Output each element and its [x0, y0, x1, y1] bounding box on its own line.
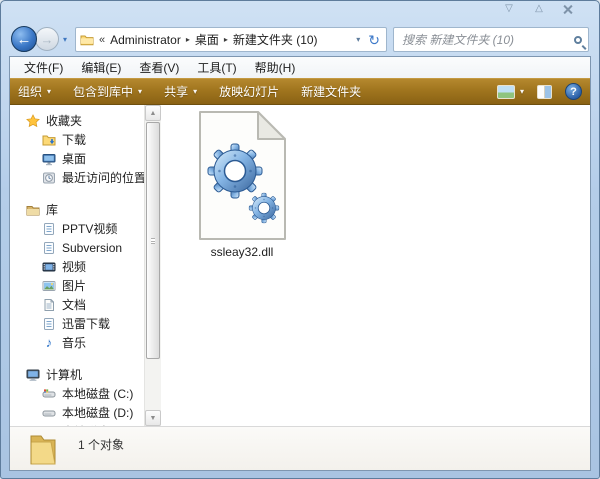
forward-arrow-icon: →	[41, 32, 54, 47]
sidebar-item-subversion[interactable]: Subversion	[10, 238, 144, 257]
sidebar-item-thunder-downloads[interactable]: 迅雷下载	[10, 314, 144, 333]
sidebar-item-music[interactable]: ♪ 音乐	[10, 333, 144, 352]
views-icon	[497, 85, 515, 99]
library-page-icon	[42, 317, 56, 331]
pictures-icon	[42, 279, 56, 293]
search-input[interactable]	[400, 32, 570, 48]
sidebar-item-recent-places[interactable]: 最近访问的位置	[10, 168, 144, 187]
menu-bar: 文件(F) 编辑(E) 查看(V) 工具(T) 帮助(H)	[10, 57, 590, 78]
menu-view[interactable]: 查看(V)	[131, 57, 187, 78]
sidebar-item-documents[interactable]: 文档	[10, 295, 144, 314]
body-area: 收藏夹 下载 桌面 最	[10, 105, 590, 426]
search-icon[interactable]	[574, 36, 582, 44]
disk-icon	[42, 406, 56, 420]
downloads-folder-icon	[42, 133, 56, 147]
menu-help[interactable]: 帮助(H)	[247, 57, 304, 78]
item-count-label: 1 个对象	[78, 436, 124, 453]
sidebar-item-desktop[interactable]: 桌面	[10, 149, 144, 168]
preview-pane-button[interactable]	[537, 85, 552, 99]
scrollbar-grip	[151, 238, 155, 244]
client-area: 文件(F) 编辑(E) 查看(V) 工具(T) 帮助(H) 组织 ▾ 包含到库中…	[9, 56, 591, 471]
dll-gears-icon	[192, 109, 292, 242]
breadcrumb-separator-icon[interactable]: ▸	[224, 35, 228, 44]
breadcrumb-item-current-folder[interactable]: 新建文件夹 (10)	[233, 31, 318, 48]
new-folder-button[interactable]: 新建文件夹	[301, 83, 361, 100]
menu-edit[interactable]: 编辑(E)	[73, 57, 129, 78]
sidebar-item-disk-c[interactable]: 本地磁盘 (C:)	[10, 384, 144, 403]
minimize-icon[interactable]: ▽	[502, 3, 516, 15]
navigation-row: ← → ▾ « Administrator ▸ 桌面 ▸ 新建文件夹 (10) …	[9, 23, 591, 56]
share-button[interactable]: 共享 ▾	[164, 83, 197, 100]
videos-film-icon	[42, 260, 56, 274]
chevron-down-icon: ▾	[138, 87, 142, 96]
sidebar-item-videos[interactable]: 视频	[10, 257, 144, 276]
desktop-icon	[42, 152, 56, 166]
chevron-down-icon: ▾	[47, 87, 51, 96]
status-bar: 1 个对象	[10, 426, 590, 470]
organize-button[interactable]: 组织 ▾	[18, 83, 51, 100]
folder-icon	[80, 33, 94, 47]
sidebar-group-libraries[interactable]: 库	[10, 200, 144, 219]
history-dropdown-icon[interactable]: ▾	[63, 35, 67, 44]
status-folder-icon	[27, 432, 59, 469]
address-bar[interactable]: « Administrator ▸ 桌面 ▸ 新建文件夹 (10) ▾ ↻	[75, 27, 387, 52]
star-icon	[26, 114, 40, 128]
back-arrow-icon: ←	[17, 31, 32, 48]
recent-places-icon	[42, 171, 56, 185]
slideshow-button[interactable]: 放映幻灯片	[219, 83, 279, 100]
breadcrumb-item-administrator[interactable]: Administrator	[110, 33, 181, 47]
chevron-down-icon: ▾	[193, 87, 197, 96]
navigation-pane: 收藏夹 下载 桌面 最	[10, 105, 144, 426]
include-in-library-button[interactable]: 包含到库中 ▾	[73, 83, 142, 100]
command-toolbar: 组织 ▾ 包含到库中 ▾ 共享 ▾ 放映幻灯片 新建文件夹 ▾	[10, 78, 590, 105]
scroll-down-icon[interactable]: ▼	[145, 410, 161, 426]
scrollbar-thumb[interactable]	[146, 122, 160, 359]
maximize-icon[interactable]: △	[532, 3, 546, 15]
sidebar-item-downloads[interactable]: 下载	[10, 130, 144, 149]
breadcrumb-item-desktop[interactable]: 桌面	[195, 31, 219, 48]
title-bar[interactable]: ▽ △	[1, 1, 599, 23]
chevron-down-icon: ▾	[520, 87, 524, 96]
menu-tools[interactable]: 工具(T)	[189, 57, 244, 78]
library-page-icon	[42, 222, 56, 236]
file-item-ssleay32[interactable]: ssleay32.dll	[183, 109, 301, 259]
computer-icon	[26, 368, 40, 382]
help-icon: ?	[570, 86, 577, 98]
sidebar-group-favorites[interactable]: 收藏夹	[10, 111, 144, 130]
library-page-icon	[42, 241, 56, 255]
sidebar-item-pictures[interactable]: 图片	[10, 276, 144, 295]
refresh-icon[interactable]: ↻	[368, 33, 380, 47]
libraries-icon	[26, 203, 40, 217]
file-name-label: ssleay32.dll	[211, 245, 274, 259]
change-view-button[interactable]: ▾	[497, 85, 524, 99]
forward-button[interactable]: →	[35, 27, 59, 51]
documents-icon	[42, 298, 56, 312]
sidebar-item-pptv-videos[interactable]: PPTV视频	[10, 219, 144, 238]
address-dropdown-icon[interactable]: ▾	[356, 35, 360, 44]
breadcrumb-overflow[interactable]: «	[99, 34, 105, 46]
explorer-window: ▽ △ ← → ▾ « Administrator ▸ 桌面 ▸ 新建文件夹 (…	[0, 0, 600, 479]
disk-c-icon	[42, 387, 56, 401]
sidebar-scrollbar[interactable]: ▲ ▼	[144, 105, 161, 426]
scroll-up-icon[interactable]: ▲	[145, 105, 161, 121]
breadcrumb-separator-icon[interactable]: ▸	[186, 35, 190, 44]
window-controls: ▽ △	[502, 3, 573, 15]
close-icon[interactable]	[562, 4, 573, 15]
file-list-area[interactable]: ssleay32.dll	[161, 105, 590, 426]
music-note-icon: ♪	[42, 336, 56, 350]
back-button[interactable]: ←	[11, 26, 37, 52]
sidebar-group-computer[interactable]: 计算机	[10, 365, 144, 384]
help-button[interactable]: ?	[565, 83, 582, 100]
sidebar-item-disk-d[interactable]: 本地磁盘 (D:)	[10, 403, 144, 422]
search-box	[393, 27, 589, 52]
menu-file[interactable]: 文件(F)	[16, 57, 71, 78]
